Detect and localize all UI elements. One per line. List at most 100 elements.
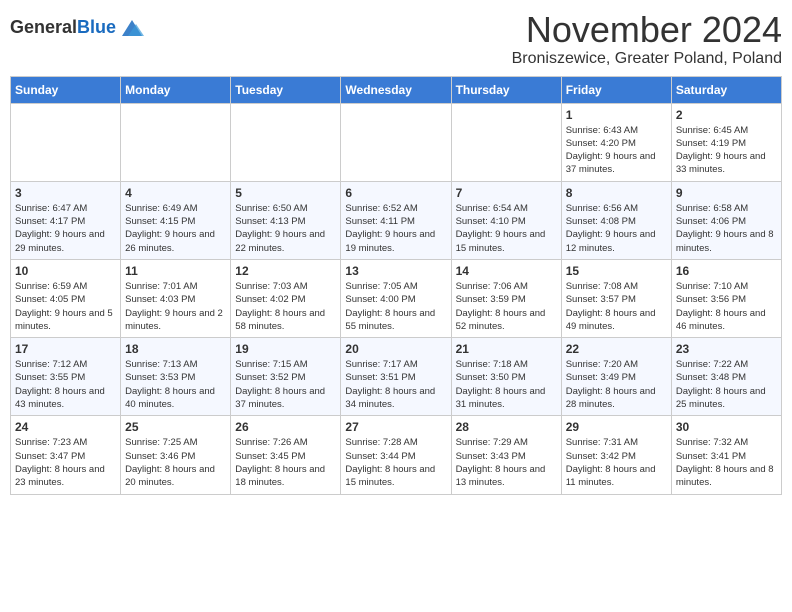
calendar-day-cell: 26 Sunrise: 7:26 AM Sunset: 3:45 PM Dayli…	[231, 416, 341, 494]
calendar-day-cell: 25 Sunrise: 7:25 AM Sunset: 3:46 PM Dayli…	[121, 416, 231, 494]
day-info: Sunrise: 7:08 AM Sunset: 3:57 PM Dayligh…	[566, 280, 667, 333]
day-info: Sunrise: 6:45 AM Sunset: 4:19 PM Dayligh…	[676, 124, 777, 177]
day-number: 7	[456, 186, 557, 200]
calendar-header-row: SundayMondayTuesdayWednesdayThursdayFrid…	[11, 76, 782, 103]
calendar-table: SundayMondayTuesdayWednesdayThursdayFrid…	[10, 76, 782, 495]
day-number: 15	[566, 264, 667, 278]
calendar-day-cell	[451, 103, 561, 181]
calendar-day-cell: 18 Sunrise: 7:13 AM Sunset: 3:53 PM Dayli…	[121, 338, 231, 416]
calendar-day-cell: 6Sunrise: 6:52 AM Sunset: 4:11 PM Daylig…	[341, 181, 451, 259]
day-info: Sunrise: 6:59 AM Sunset: 4:05 PM Dayligh…	[15, 280, 116, 333]
day-info: Sunrise: 6:47 AM Sunset: 4:17 PM Dayligh…	[15, 202, 116, 255]
day-number: 14	[456, 264, 557, 278]
day-info: Sunrise: 7:15 AM Sunset: 3:52 PM Dayligh…	[235, 358, 336, 411]
day-info: Sunrise: 6:50 AM Sunset: 4:13 PM Dayligh…	[235, 202, 336, 255]
location-subtitle: Broniszewice, Greater Poland, Poland	[512, 50, 782, 68]
day-info: Sunrise: 7:03 AM Sunset: 4:02 PM Dayligh…	[235, 280, 336, 333]
calendar-day-cell: 24Sunrise: 7:23 AM Sunset: 3:47 PM Dayli…	[11, 416, 121, 494]
weekday-header: Monday	[121, 76, 231, 103]
day-number: 2	[676, 108, 777, 122]
logo-icon	[118, 14, 146, 42]
day-number: 26	[235, 420, 336, 434]
calendar-day-cell: 28 Sunrise: 7:29 AM Sunset: 3:43 PM Dayli…	[451, 416, 561, 494]
day-info: Sunrise: 7:31 AM Sunset: 3:42 PM Dayligh…	[566, 436, 667, 489]
day-info: Sunrise: 7:05 AM Sunset: 4:00 PM Dayligh…	[345, 280, 446, 333]
weekday-header: Wednesday	[341, 76, 451, 103]
day-info: Sunrise: 6:56 AM Sunset: 4:08 PM Dayligh…	[566, 202, 667, 255]
day-info: Sunrise: 7:28 AM Sunset: 3:44 PM Dayligh…	[345, 436, 446, 489]
calendar-day-cell: 19 Sunrise: 7:15 AM Sunset: 3:52 PM Dayli…	[231, 338, 341, 416]
day-info: Sunrise: 7:22 AM Sunset: 3:48 PM Dayligh…	[676, 358, 777, 411]
calendar-day-cell: 11Sunrise: 7:01 AM Sunset: 4:03 PM Dayli…	[121, 259, 231, 337]
day-info: Sunrise: 7:12 AM Sunset: 3:55 PM Dayligh…	[15, 358, 116, 411]
calendar-day-cell	[341, 103, 451, 181]
calendar-day-cell: 4 Sunrise: 6:49 AM Sunset: 4:15 PM Daylig…	[121, 181, 231, 259]
weekday-header: Tuesday	[231, 76, 341, 103]
calendar-day-cell: 14 Sunrise: 7:06 AM Sunset: 3:59 PM Dayli…	[451, 259, 561, 337]
day-info: Sunrise: 7:25 AM Sunset: 3:46 PM Dayligh…	[125, 436, 226, 489]
day-info: Sunrise: 7:13 AM Sunset: 3:53 PM Dayligh…	[125, 358, 226, 411]
day-info: Sunrise: 7:10 AM Sunset: 3:56 PM Dayligh…	[676, 280, 777, 333]
calendar-day-cell	[231, 103, 341, 181]
calendar-day-cell: 9Sunrise: 6:58 AM Sunset: 4:06 PM Daylig…	[671, 181, 781, 259]
day-number: 4	[125, 186, 226, 200]
day-number: 18	[125, 342, 226, 356]
calendar-day-cell: 10 Sunrise: 6:59 AM Sunset: 4:05 PM Dayli…	[11, 259, 121, 337]
calendar-day-cell: 8Sunrise: 6:56 AM Sunset: 4:08 PM Daylig…	[561, 181, 671, 259]
calendar-day-cell: 22 Sunrise: 7:20 AM Sunset: 3:49 PM Dayli…	[561, 338, 671, 416]
day-info: Sunrise: 7:26 AM Sunset: 3:45 PM Dayligh…	[235, 436, 336, 489]
day-info: Sunrise: 6:54 AM Sunset: 4:10 PM Dayligh…	[456, 202, 557, 255]
day-number: 25	[125, 420, 226, 434]
weekday-header: Friday	[561, 76, 671, 103]
calendar-day-cell: 27 Sunrise: 7:28 AM Sunset: 3:44 PM Dayli…	[341, 416, 451, 494]
weekday-header: Thursday	[451, 76, 561, 103]
day-number: 23	[676, 342, 777, 356]
day-info: Sunrise: 7:18 AM Sunset: 3:50 PM Dayligh…	[456, 358, 557, 411]
weekday-header: Sunday	[11, 76, 121, 103]
day-number: 21	[456, 342, 557, 356]
calendar-day-cell: 23 Sunrise: 7:22 AM Sunset: 3:48 PM Dayli…	[671, 338, 781, 416]
calendar-day-cell: 15 Sunrise: 7:08 AM Sunset: 3:57 PM Dayli…	[561, 259, 671, 337]
calendar-day-cell: 5 Sunrise: 6:50 AM Sunset: 4:13 PM Daylig…	[231, 181, 341, 259]
calendar-day-cell: 20Sunrise: 7:17 AM Sunset: 3:51 PM Dayli…	[341, 338, 451, 416]
calendar-week-row: 10 Sunrise: 6:59 AM Sunset: 4:05 PM Dayli…	[11, 259, 782, 337]
day-number: 27	[345, 420, 446, 434]
day-number: 10	[15, 264, 116, 278]
day-number: 5	[235, 186, 336, 200]
calendar-day-cell: 1Sunrise: 6:43 AM Sunset: 4:20 PM Daylig…	[561, 103, 671, 181]
calendar-day-cell: 30 Sunrise: 7:32 AM Sunset: 3:41 PM Dayli…	[671, 416, 781, 494]
calendar-day-cell: 12 Sunrise: 7:03 AM Sunset: 4:02 PM Dayli…	[231, 259, 341, 337]
day-info: Sunrise: 7:06 AM Sunset: 3:59 PM Dayligh…	[456, 280, 557, 333]
page-header: GeneralBlue November 2024 Broniszewice, …	[10, 10, 782, 68]
day-number: 11	[125, 264, 226, 278]
day-info: Sunrise: 7:29 AM Sunset: 3:43 PM Dayligh…	[456, 436, 557, 489]
logo: GeneralBlue	[10, 10, 146, 42]
title-area: November 2024 Broniszewice, Greater Pola…	[512, 10, 782, 68]
calendar-day-cell: 17 Sunrise: 7:12 AM Sunset: 3:55 PM Dayli…	[11, 338, 121, 416]
day-info: Sunrise: 7:17 AM Sunset: 3:51 PM Dayligh…	[345, 358, 446, 411]
day-number: 13	[345, 264, 446, 278]
logo-blue: Blue	[77, 17, 116, 37]
calendar-day-cell	[121, 103, 231, 181]
day-number: 28	[456, 420, 557, 434]
day-number: 30	[676, 420, 777, 434]
calendar-day-cell: 16 Sunrise: 7:10 AM Sunset: 3:56 PM Dayli…	[671, 259, 781, 337]
calendar-week-row: 24Sunrise: 7:23 AM Sunset: 3:47 PM Dayli…	[11, 416, 782, 494]
day-info: Sunrise: 6:49 AM Sunset: 4:15 PM Dayligh…	[125, 202, 226, 255]
weekday-header: Saturday	[671, 76, 781, 103]
calendar-day-cell: 7 Sunrise: 6:54 AM Sunset: 4:10 PM Daylig…	[451, 181, 561, 259]
day-number: 19	[235, 342, 336, 356]
day-info: Sunrise: 7:32 AM Sunset: 3:41 PM Dayligh…	[676, 436, 777, 489]
day-number: 22	[566, 342, 667, 356]
calendar-week-row: 3Sunrise: 6:47 AM Sunset: 4:17 PM Daylig…	[11, 181, 782, 259]
day-number: 16	[676, 264, 777, 278]
calendar-day-cell: 29 Sunrise: 7:31 AM Sunset: 3:42 PM Dayli…	[561, 416, 671, 494]
month-title: November 2024	[512, 10, 782, 50]
day-info: Sunrise: 6:43 AM Sunset: 4:20 PM Dayligh…	[566, 124, 667, 177]
day-number: 24	[15, 420, 116, 434]
day-info: Sunrise: 7:20 AM Sunset: 3:49 PM Dayligh…	[566, 358, 667, 411]
day-number: 12	[235, 264, 336, 278]
day-number: 17	[15, 342, 116, 356]
day-number: 29	[566, 420, 667, 434]
calendar-week-row: 1Sunrise: 6:43 AM Sunset: 4:20 PM Daylig…	[11, 103, 782, 181]
